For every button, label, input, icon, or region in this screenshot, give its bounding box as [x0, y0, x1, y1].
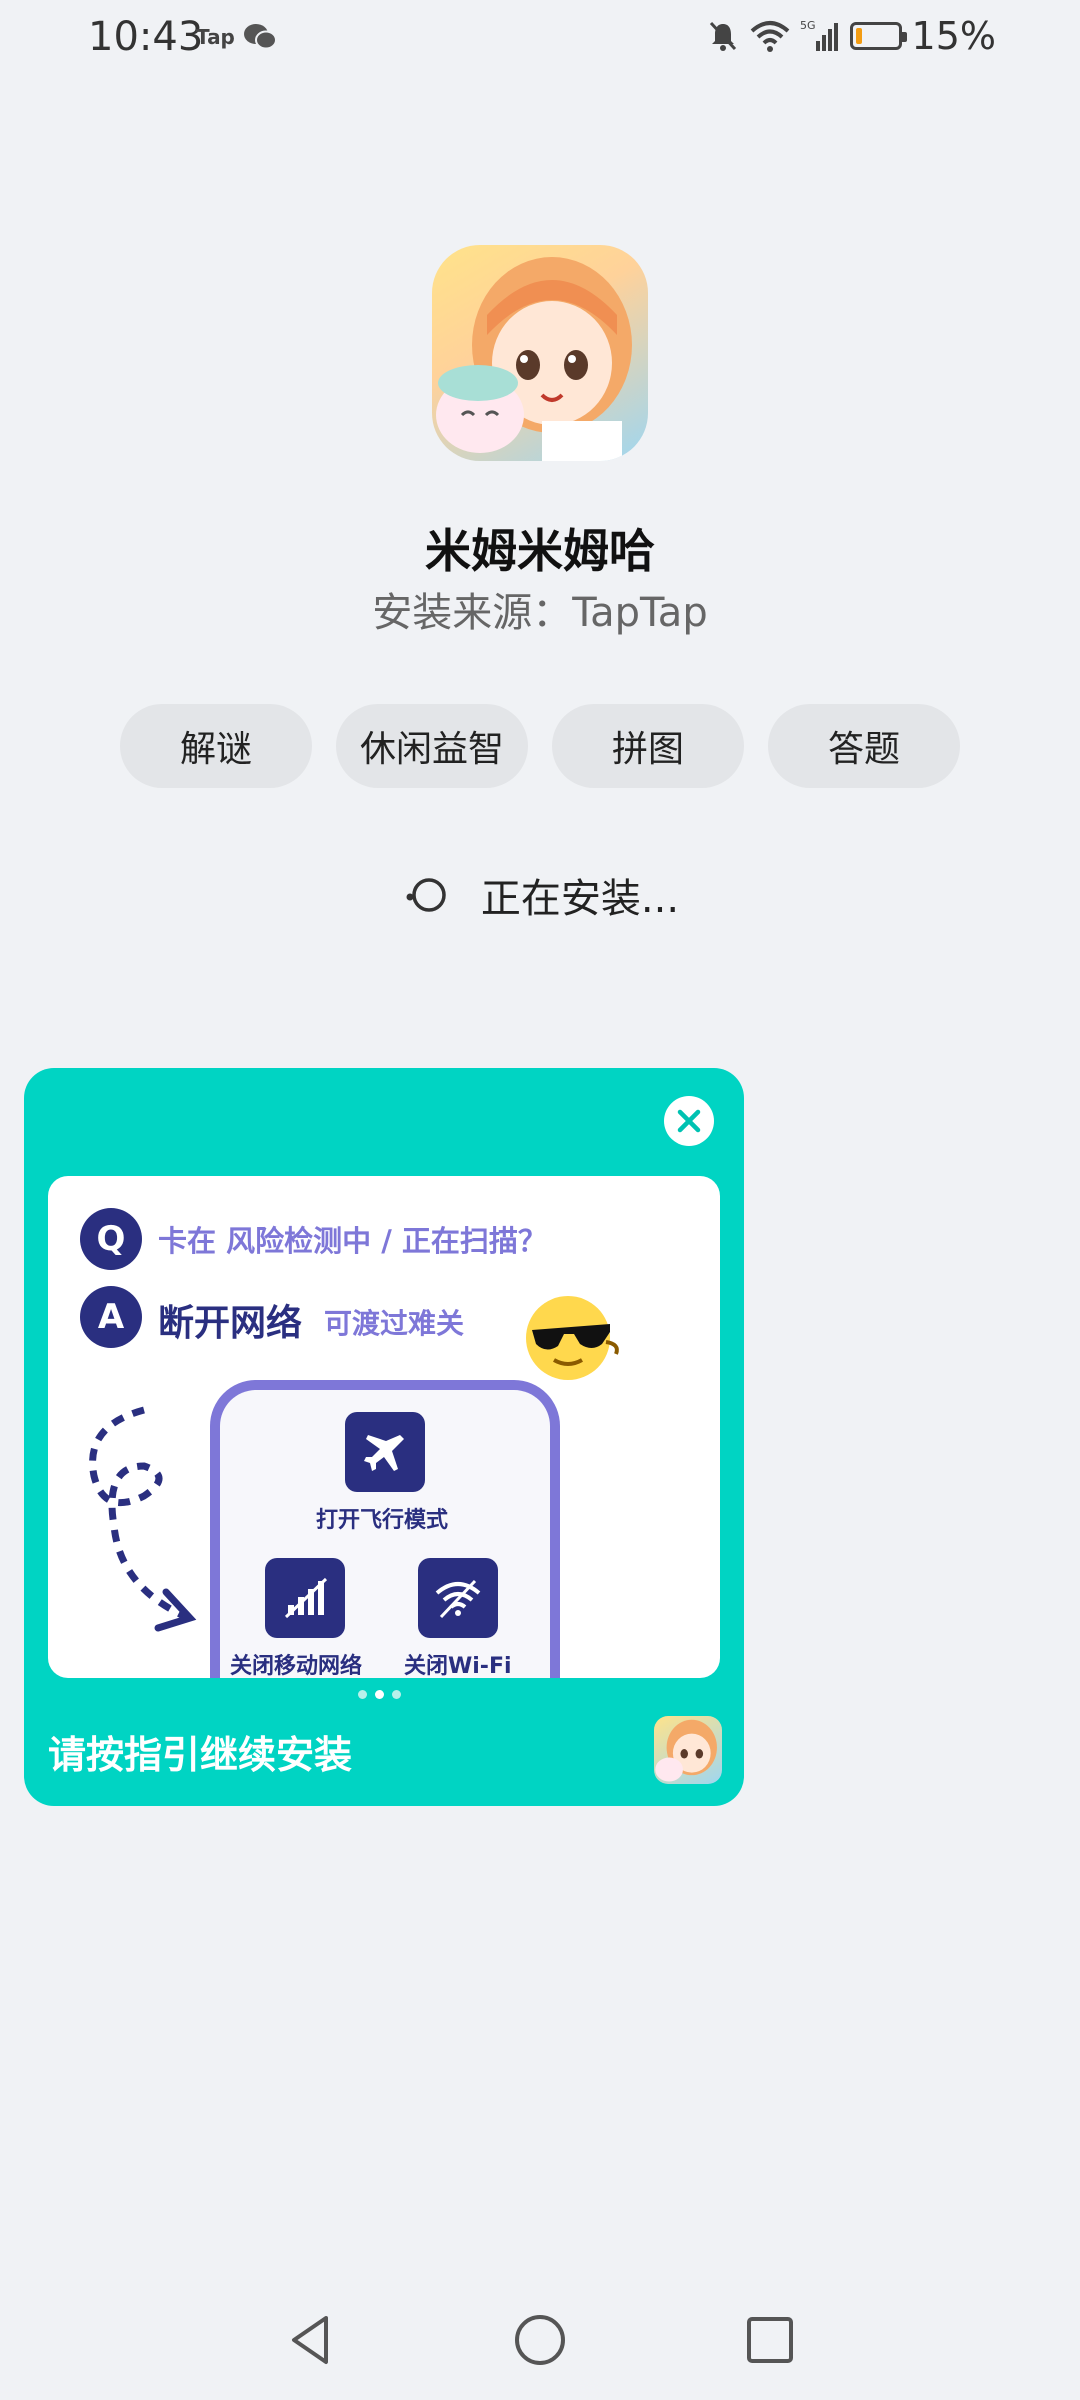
step-wifi-label: 关闭Wi-Fi	[404, 1654, 512, 1678]
navigation-bar	[0, 2290, 1080, 2390]
tag-chip[interactable]: 解谜	[120, 704, 312, 788]
wifi-icon	[750, 21, 789, 52]
carousel-pagination	[358, 1690, 401, 1699]
banner-cta-text[interactable]: 请按指引继续安装	[48, 1724, 352, 1779]
battery-icon	[849, 22, 907, 50]
airplane-mode-tile	[345, 1412, 425, 1492]
guide-card: Q 卡在 风险检测中 / 正在扫描？ A 断开网络 可渡过难关 打开飞行模式 关…	[48, 1176, 720, 1678]
wifi-off-icon	[435, 1579, 481, 1619]
install-guide-banner[interactable]: Q 卡在 风险检测中 / 正在扫描？ A 断开网络 可渡过难关 打开飞行模式 关…	[24, 1068, 744, 1806]
status-bar: 10:43 Tap 5G 15%	[0, 0, 1080, 80]
banner-app-thumbnail	[654, 1716, 722, 1784]
app-name: 米姆米姆哈	[425, 524, 655, 578]
battery-level	[855, 28, 863, 44]
page-dot[interactable]	[392, 1690, 401, 1699]
step-mobile-data-label: 关闭移动网络	[230, 1654, 363, 1678]
home-icon	[515, 2315, 565, 2365]
loading-spinner-icon	[406, 878, 446, 912]
sunglasses-emoji-icon	[526, 1296, 619, 1380]
status-time: 10:43	[88, 14, 204, 60]
battery-percent: 15%	[911, 14, 996, 58]
step-airplane-label: 打开飞行模式	[316, 1508, 449, 1533]
page-dot-active[interactable]	[375, 1690, 384, 1699]
network-type-label: 5G	[800, 19, 816, 32]
page-dot[interactable]	[358, 1690, 367, 1699]
dashed-arrow-icon	[89, 1406, 197, 1632]
mute-bell-icon	[709, 21, 736, 51]
status-right: 5G 15%	[706, 14, 996, 58]
question-badge: Q	[80, 1208, 142, 1270]
nav-home-button[interactable]	[490, 2290, 590, 2390]
question-text: 卡在 风险检测中 / 正在扫描？	[158, 1224, 547, 1258]
phone-illustration: 打开飞行模式 关闭移动网络 关闭Wi-Fi	[210, 1380, 560, 1678]
taptap-icon: Tap	[196, 25, 235, 49]
answer-badge: A	[80, 1286, 142, 1348]
notification-icons: Tap	[196, 22, 277, 52]
answer-sub-text: 可渡过难关	[324, 1307, 465, 1340]
tag-chip[interactable]: 休闲益智	[336, 704, 528, 788]
answer-main-text: 断开网络	[158, 1303, 303, 1344]
close-icon	[677, 1109, 701, 1133]
mobile-data-tile	[265, 1558, 345, 1638]
recents-icon	[747, 2317, 793, 2363]
back-icon	[292, 2316, 328, 2364]
cellular-signal-icon: 5G	[800, 19, 838, 51]
tag-chip[interactable]: 拼图	[552, 704, 744, 788]
install-status-text: 正在安装...	[480, 876, 680, 922]
app-icon	[432, 245, 648, 461]
tag-list: 解谜 休闲益智 拼图 答题	[120, 704, 960, 788]
airplane-icon	[364, 1435, 404, 1471]
install-progress: 正在安装...	[0, 866, 1080, 924]
close-button[interactable]	[664, 1096, 714, 1146]
app-icon-artwork	[436, 257, 632, 461]
mobile-data-off-icon	[284, 1577, 328, 1619]
wifi-tile	[418, 1558, 498, 1638]
tag-chip[interactable]: 答题	[768, 704, 960, 788]
thumbnail-artwork	[655, 1719, 717, 1782]
nav-back-button[interactable]	[260, 2290, 360, 2390]
nav-recents-button[interactable]	[720, 2290, 820, 2390]
wechat-icon	[243, 24, 277, 50]
install-source: 安装来源：TapTap	[372, 590, 708, 636]
install-screen: 10:43 Tap 5G 15% 米姆米姆哈 安装来源：TapTap 解谜 休闲…	[0, 0, 1080, 2400]
